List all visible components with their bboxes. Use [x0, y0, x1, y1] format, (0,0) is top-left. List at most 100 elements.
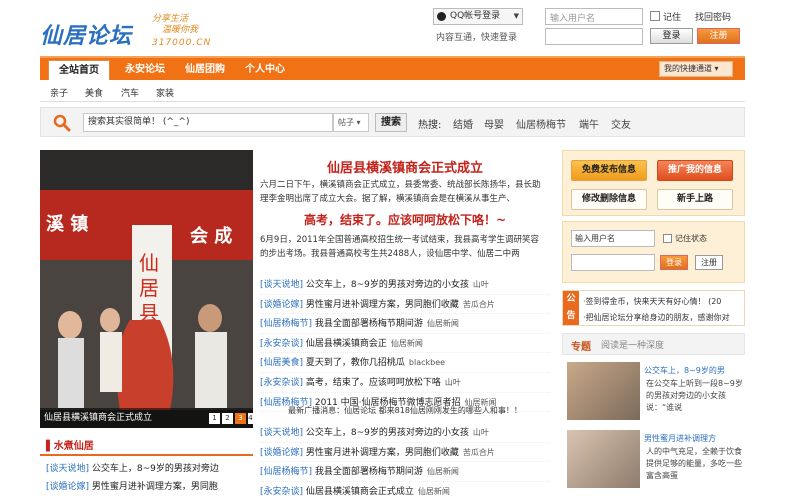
- slideshow-dot-4[interactable]: 4: [248, 413, 253, 424]
- topic-item[interactable]: 男性蜜月进补调理方 人的中气充足，全赖于饮食提供足够的能量，多吃一些富含高蛋: [567, 430, 745, 490]
- headline2-title[interactable]: 高考，结束了。应该呵呵放松下咯！~: [260, 211, 550, 228]
- slideshow-dot-1[interactable]: 1: [209, 413, 220, 424]
- list-item-title[interactable]: 夏天到了，教你几招桃瓜: [306, 358, 405, 368]
- headline-title[interactable]: 仙居县横溪镇商会正式成立: [260, 157, 550, 176]
- topic-item[interactable]: 公交车上，8~9岁的男 在公交车上听到一段8~9岁的男孩对旁边的小女孩说：“谁说: [567, 362, 745, 422]
- password-input[interactable]: [545, 28, 643, 45]
- list-item-author[interactable]: 山叶: [473, 280, 489, 289]
- list-item-title[interactable]: 仙居县横溪镇商会正: [306, 339, 387, 349]
- list-item-category[interactable]: [谈天说地]: [260, 280, 303, 290]
- hot-search-item[interactable]: 端午: [579, 116, 599, 131]
- subnav-item-parenting[interactable]: 亲子: [50, 86, 68, 99]
- list-item-category[interactable]: [谈天说地]: [46, 464, 89, 474]
- search-button[interactable]: 搜索: [375, 113, 407, 132]
- remember-state-checkbox[interactable]: [663, 234, 672, 243]
- list-item-category[interactable]: [永安杂谈]: [260, 339, 303, 349]
- list-item[interactable]: [永安杂谈] 仙居县横溪镇商会正式成立 仙居新闻: [260, 482, 550, 500]
- list-item[interactable]: [仙居美食] 夏天到了，教你几招桃瓜 blackbee: [260, 353, 550, 373]
- list-item-title[interactable]: 公交车上，8~9岁的男孩对旁边: [92, 464, 219, 474]
- list-item-author[interactable]: 山叶: [473, 428, 489, 437]
- sidebar-password-input[interactable]: [571, 254, 655, 271]
- list-item[interactable]: [永安杂谈] 仙居县横溪镇商会正 仙居新闻: [260, 334, 550, 354]
- list-item[interactable]: [谈婚论嫁] 男性蜜月进补调理方案，男同胞: [46, 478, 251, 496]
- list-item-category[interactable]: [仙居杨梅节]: [260, 319, 312, 329]
- list-item-author[interactable]: blackbee: [409, 358, 445, 367]
- list-item-category[interactable]: [仙居杨梅节]: [260, 467, 312, 477]
- quick-access-dropdown[interactable]: 我的快捷通道 ▾: [659, 61, 733, 77]
- list-item-title[interactable]: 男性蜜月进补调理方案，男同胞们收藏: [306, 300, 459, 310]
- qq-login-button[interactable]: QQ帐号登录 ▼: [433, 8, 523, 25]
- logo-domain: 317000.CN: [152, 38, 212, 48]
- chevron-down-icon[interactable]: ▼: [514, 9, 519, 24]
- list-item-title[interactable]: 仙居县横溪镇商会正式成立: [306, 487, 414, 497]
- find-password-link[interactable]: 找回密码: [695, 10, 731, 23]
- notice-item[interactable]: ·签到得金币，快来天天有好心情！ (20: [583, 296, 721, 307]
- sidebar-login-button[interactable]: 登录: [660, 255, 688, 270]
- list-item[interactable]: [仙居杨梅节] 我县全面部署杨梅节期间游 仙居新闻: [260, 314, 550, 334]
- topic-excerpt: 人的中气充足，全赖于饮食提供足够的能量，多吃一些富含高蛋: [646, 447, 742, 480]
- list-item[interactable]: [谈天说地] 公交车上，8~9岁的男孩对旁边: [46, 460, 251, 478]
- edit-delete-info-button[interactable]: 修改删除信息: [571, 189, 647, 210]
- broadcast-message[interactable]: 最新广播消息：仙居论坛 都来818仙居刚刚发生的哪些人和事！！: [260, 405, 550, 416]
- subnav-item-cars[interactable]: 汽车: [121, 86, 139, 99]
- list-item-author[interactable]: 山叶: [445, 378, 461, 387]
- list-item-author[interactable]: 仙居新闻: [418, 487, 450, 496]
- list-item-author[interactable]: 苦瓜合片: [463, 448, 495, 457]
- headline-slideshow[interactable]: 溪 镇 会 成 仙 居 县 仙居县横溪镇商会正式成立 1 2 3 4: [40, 150, 253, 428]
- news-list-2: [谈天说地] 公交车上，8~9岁的男孩对旁边的小女孩 山叶 [谈婚论嫁] 男性蜜月…: [260, 423, 550, 500]
- list-item-author[interactable]: 苦瓜合片: [463, 300, 495, 309]
- newbie-guide-button[interactable]: 新手上路: [657, 189, 733, 210]
- list-item-category[interactable]: [谈婚论嫁]: [260, 448, 303, 458]
- list-item[interactable]: [谈天说地] 公交车上，8~9岁的男孩对旁边的小女孩 山叶: [260, 275, 550, 295]
- nav-item-user-center[interactable]: 个人中心: [236, 60, 294, 80]
- topic-link[interactable]: 公交车上，8~9岁的男: [644, 365, 725, 376]
- list-item-category[interactable]: [永安杂谈]: [260, 378, 303, 388]
- nav-item-group-buy[interactable]: 仙居团购: [176, 60, 234, 80]
- list-item-title[interactable]: 我县全面部署杨梅节期间游: [315, 319, 423, 329]
- list-item-author[interactable]: 仙居新闻: [427, 467, 459, 476]
- username-input[interactable]: 输入用户名: [545, 8, 643, 25]
- hot-search-item[interactable]: 仙居杨梅节: [516, 116, 566, 131]
- search-category-select[interactable]: 帖子 ▾: [333, 113, 369, 132]
- nav-item-home[interactable]: 全站首页: [48, 60, 110, 80]
- list-item[interactable]: [永安杂谈] 高考，结束了。应该呵呵放松下咯 山叶: [260, 373, 550, 393]
- list-item-category[interactable]: [谈婚论嫁]: [46, 482, 89, 492]
- site-logo[interactable]: 仙居论坛 分享生活 温暖你我 317000.CN: [40, 12, 240, 52]
- sidebar-register-button[interactable]: 注册: [695, 255, 723, 270]
- list-item-title[interactable]: 男性蜜月进补调理方案，男同胞: [92, 482, 218, 492]
- list-item-category[interactable]: [谈天说地]: [260, 428, 303, 438]
- list-item-title[interactable]: 男性蜜月进补调理方案，男同胞们收藏: [306, 448, 459, 458]
- nav-item-yongan-forum[interactable]: 永安论坛: [116, 60, 174, 80]
- search-input[interactable]: 搜索其实很简单！ (^_^): [83, 113, 333, 132]
- publish-info-button[interactable]: 免费发布信息: [571, 160, 647, 181]
- subnav-item-home-decor[interactable]: 家装: [156, 86, 174, 99]
- topic-link[interactable]: 男性蜜月进补调理方: [644, 433, 716, 444]
- list-item-author[interactable]: 仙居新闻: [391, 339, 423, 348]
- list-item[interactable]: [谈婚论嫁] 男性蜜月进补调理方案，男同胞们收藏 苦瓜合片: [260, 443, 550, 463]
- sidebar-username-input[interactable]: 输入用户名: [571, 230, 655, 247]
- list-item-title[interactable]: 高考，结束了。应该呵呵放松下咯: [306, 378, 441, 388]
- slideshow-dot-2[interactable]: 2: [222, 413, 233, 424]
- list-item-category[interactable]: [仙居美食]: [260, 358, 303, 368]
- notice-item[interactable]: ·把仙居论坛分享给身边的朋友，感谢你对: [583, 312, 730, 323]
- topic-thumbnail[interactable]: [567, 430, 640, 488]
- list-item[interactable]: [谈婚论嫁] 男性蜜月进补调理方案，男同胞们收藏 苦瓜合片: [260, 295, 550, 315]
- list-item-title[interactable]: 我县全面部署杨梅节期间游: [315, 467, 423, 477]
- register-button[interactable]: 注册: [697, 28, 740, 44]
- hot-search-item[interactable]: 母婴: [484, 116, 504, 131]
- login-button[interactable]: 登录: [650, 28, 693, 44]
- list-item-title[interactable]: 公交车上，8~9岁的男孩对旁边的小女孩: [306, 428, 469, 438]
- list-item[interactable]: [仙居杨梅节] 我县全面部署杨梅节期间游 仙居新闻: [260, 462, 550, 482]
- list-item-title[interactable]: 公交车上，8~9岁的男孩对旁边的小女孩: [306, 280, 469, 290]
- hot-search-item[interactable]: 结婚: [453, 116, 473, 131]
- slideshow-dot-3[interactable]: 3: [235, 413, 246, 424]
- list-item-category[interactable]: [谈婚论嫁]: [260, 300, 303, 310]
- subnav-item-food[interactable]: 美食: [85, 86, 103, 99]
- list-item-author[interactable]: 仙居新闻: [427, 319, 459, 328]
- list-item-category[interactable]: [永安杂谈]: [260, 487, 303, 497]
- promote-info-button[interactable]: 推广我的信息: [657, 160, 733, 181]
- hot-search-item[interactable]: 交友: [611, 116, 631, 131]
- remember-checkbox[interactable]: [650, 11, 660, 21]
- topic-thumbnail[interactable]: [567, 362, 640, 420]
- list-item[interactable]: [谈天说地] 公交车上，8~9岁的男孩对旁边的小女孩 山叶: [260, 423, 550, 443]
